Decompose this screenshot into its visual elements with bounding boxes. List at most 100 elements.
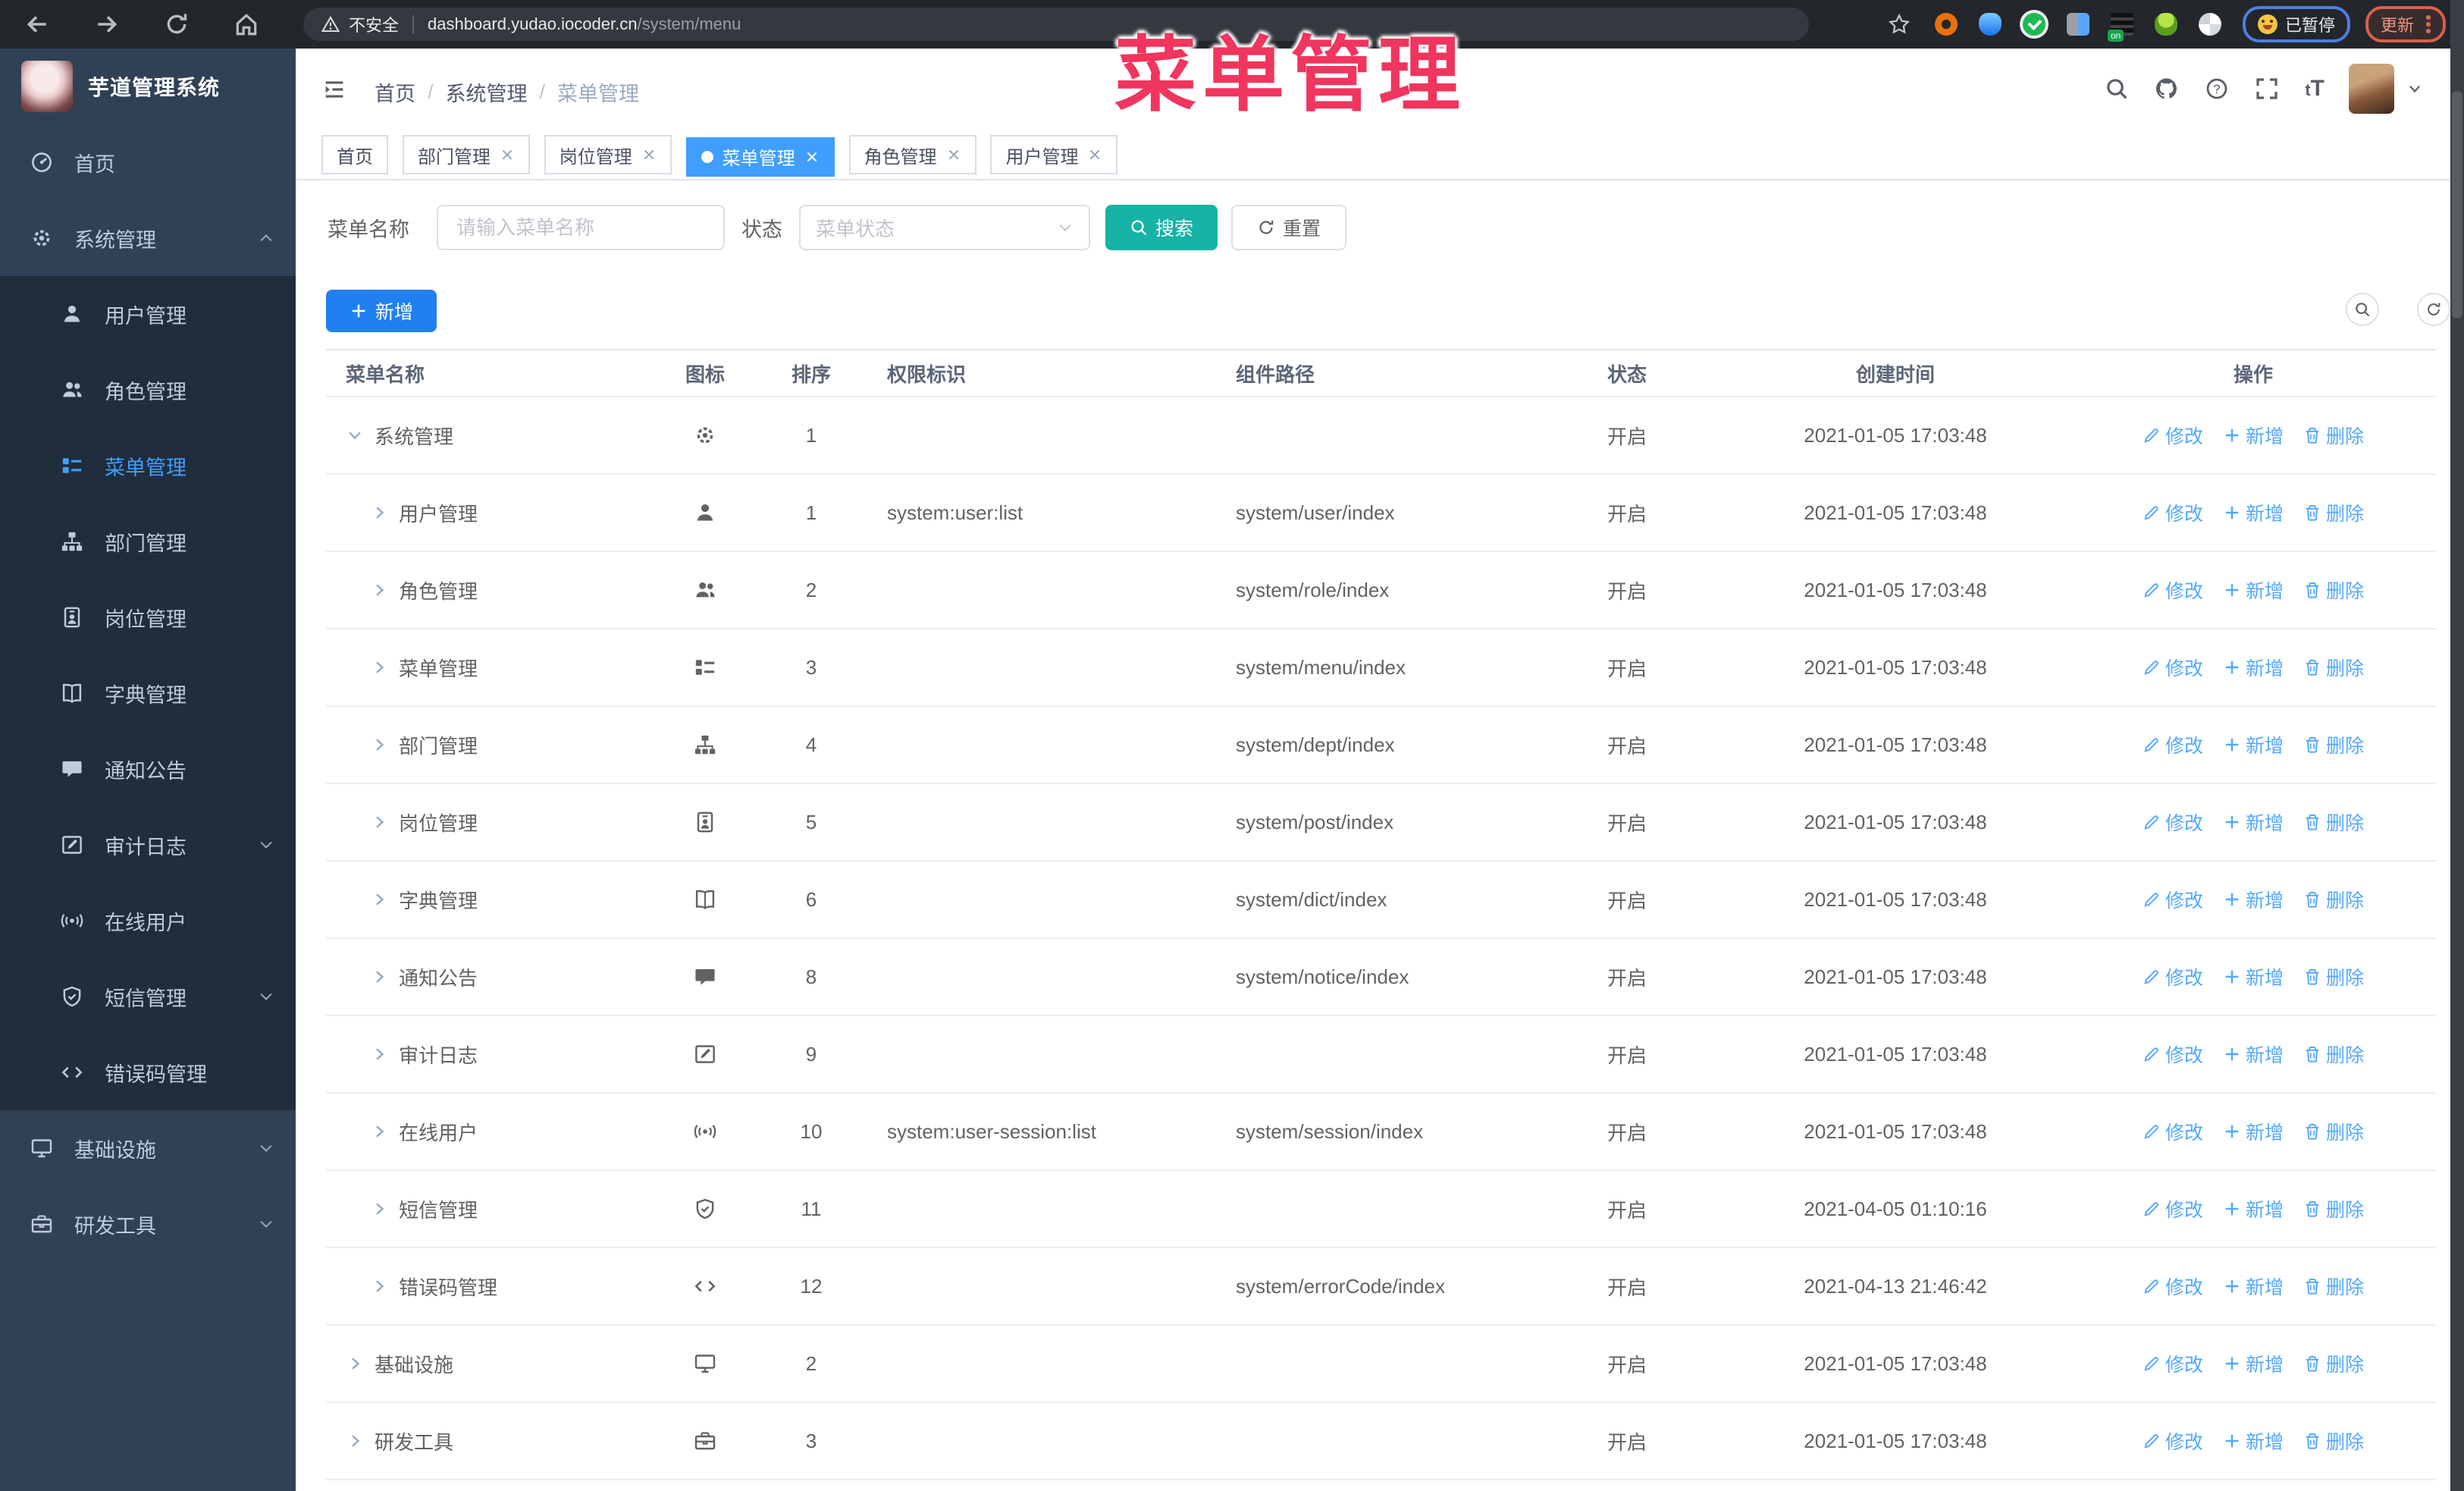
edit-link[interactable]: 修改 [2143, 1195, 2203, 1223]
delete-link[interactable]: 删除 [2303, 963, 2364, 990]
green-person-extension-icon[interactable] [2154, 13, 2177, 36]
close-icon[interactable] [804, 149, 820, 165]
kebab-menu-icon[interactable] [2426, 14, 2431, 34]
expand-caret-icon[interactable] [370, 736, 388, 754]
fullscreen-icon[interactable] [2255, 77, 2279, 101]
expand-caret-icon[interactable] [370, 1277, 388, 1295]
expand-caret-icon[interactable] [370, 581, 388, 599]
blue-drop-extension-icon[interactable] [1978, 13, 2002, 36]
sidebar-item[interactable]: 岗位管理 [0, 579, 296, 655]
add-child-link[interactable]: 新增 [2223, 1273, 2284, 1300]
sidebar-item[interactable]: 部门管理 [0, 504, 296, 579]
hamburger-icon[interactable] [321, 79, 347, 100]
edit-link[interactable]: 修改 [2143, 886, 2203, 913]
delete-link[interactable]: 删除 [2303, 1041, 2364, 1068]
expand-caret-icon[interactable] [370, 658, 388, 676]
add-child-link[interactable]: 新增 [2223, 963, 2284, 990]
edit-link[interactable]: 修改 [2143, 963, 2203, 990]
sidebar-item[interactable]: 基础设施 [0, 1110, 296, 1186]
sidebar-item[interactable]: 研发工具 [0, 1186, 296, 1262]
view-tab[interactable]: 用户管理 [990, 135, 1118, 174]
add-child-link[interactable]: 新增 [2223, 808, 2284, 836]
refresh-table-button[interactable] [2417, 293, 2450, 326]
bookmark-star-icon[interactable] [1888, 13, 1911, 36]
back-icon[interactable] [24, 11, 50, 37]
expand-caret-icon[interactable] [346, 426, 364, 444]
close-icon[interactable] [500, 147, 515, 162]
add-child-link[interactable]: 新增 [2223, 886, 2284, 913]
expand-caret-icon[interactable] [370, 504, 388, 522]
forward-icon[interactable] [94, 11, 120, 37]
chevron-down-icon[interactable] [2406, 80, 2423, 97]
expand-caret-icon[interactable] [370, 890, 388, 909]
delete-link[interactable]: 删除 [2303, 1427, 2364, 1455]
edit-link[interactable]: 修改 [2143, 499, 2203, 526]
delete-link[interactable]: 删除 [2303, 886, 2364, 913]
view-tab[interactable]: 角色管理 [848, 135, 977, 174]
add-button[interactable]: 新增 [326, 290, 437, 332]
delete-link[interactable]: 删除 [2303, 808, 2364, 836]
delete-link[interactable]: 删除 [2303, 1273, 2364, 1300]
pinwheel-extension-icon[interactable] [2198, 13, 2221, 36]
delete-link[interactable]: 删除 [2303, 731, 2364, 758]
add-child-link[interactable]: 新增 [2223, 1041, 2284, 1068]
sidebar-item[interactable]: 用户管理 [0, 276, 296, 352]
sidebar-item[interactable]: 审计日志 [0, 807, 296, 883]
add-child-link[interactable]: 新增 [2223, 1195, 2284, 1223]
edit-link[interactable]: 修改 [2143, 654, 2203, 681]
view-tab[interactable]: 菜单管理 [685, 137, 835, 177]
green-check-extension-icon[interactable] [2022, 13, 2045, 36]
menu-name-input[interactable] [437, 205, 725, 250]
server-on-extension-icon[interactable]: on [2107, 13, 2133, 42]
profile-paused-chip[interactable]: 已暂停 [2242, 6, 2350, 42]
github-icon[interactable] [2155, 77, 2179, 101]
expand-caret-icon[interactable] [370, 1045, 388, 1063]
sidebar-item[interactable]: 系统管理 [0, 200, 296, 276]
edit-link[interactable]: 修改 [2143, 576, 2203, 604]
add-child-link[interactable]: 新增 [2223, 499, 2284, 526]
add-child-link[interactable]: 新增 [2223, 1427, 2284, 1455]
add-child-link[interactable]: 新增 [2223, 731, 2284, 758]
expand-caret-icon[interactable] [370, 1122, 388, 1141]
close-icon[interactable] [641, 147, 657, 162]
scrollbar[interactable] [2450, 0, 2464, 1491]
search-button[interactable]: 搜索 [1105, 205, 1218, 250]
add-child-link[interactable]: 新增 [2223, 422, 2284, 449]
expand-caret-icon[interactable] [370, 1200, 388, 1218]
view-tab[interactable]: 岗位管理 [544, 135, 672, 174]
add-child-link[interactable]: 新增 [2223, 654, 2284, 681]
add-child-link[interactable]: 新增 [2223, 576, 2284, 604]
close-icon[interactable] [946, 147, 961, 162]
edit-link[interactable]: 修改 [2143, 1427, 2203, 1455]
edit-link[interactable]: 修改 [2143, 1118, 2203, 1145]
font-size-icon[interactable]: tT [2305, 76, 2324, 102]
grid-extension-icon[interactable] [2066, 13, 2089, 36]
edit-link[interactable]: 修改 [2143, 731, 2203, 758]
sidebar-item[interactable]: 菜单管理 [0, 428, 296, 504]
toggle-search-button[interactable] [2346, 293, 2379, 326]
url-bar[interactable]: 不安全 dashboard.yudao.iocoder.cn/system/me… [303, 8, 1809, 41]
breadcrumb-system[interactable]: 系统管理 [446, 77, 528, 107]
delete-link[interactable]: 删除 [2303, 422, 2364, 449]
delete-link[interactable]: 删除 [2303, 654, 2364, 681]
edit-link[interactable]: 修改 [2143, 1350, 2203, 1377]
reload-icon[interactable] [164, 11, 190, 37]
search-icon[interactable] [2105, 77, 2129, 101]
edit-link[interactable]: 修改 [2143, 1041, 2203, 1068]
expand-caret-icon[interactable] [346, 1432, 364, 1450]
add-child-link[interactable]: 新增 [2223, 1350, 2284, 1377]
sidebar-item[interactable]: 角色管理 [0, 352, 296, 428]
sidebar-item[interactable]: 首页 [0, 124, 296, 200]
delete-link[interactable]: 删除 [2303, 1118, 2364, 1145]
help-icon[interactable]: ? [2205, 77, 2229, 101]
delete-link[interactable]: 删除 [2303, 1350, 2364, 1377]
reset-button[interactable]: 重置 [1231, 205, 1346, 250]
add-child-link[interactable]: 新增 [2223, 1118, 2284, 1145]
delete-link[interactable]: 删除 [2303, 1195, 2364, 1223]
orange-ring-extension-icon[interactable] [1934, 13, 1958, 36]
expand-caret-icon[interactable] [370, 968, 388, 986]
sidebar-item[interactable]: 短信管理 [0, 959, 296, 1034]
view-tab[interactable]: 部门管理 [402, 135, 530, 174]
breadcrumb-home[interactable]: 首页 [375, 77, 415, 107]
avatar[interactable] [2349, 64, 2394, 114]
